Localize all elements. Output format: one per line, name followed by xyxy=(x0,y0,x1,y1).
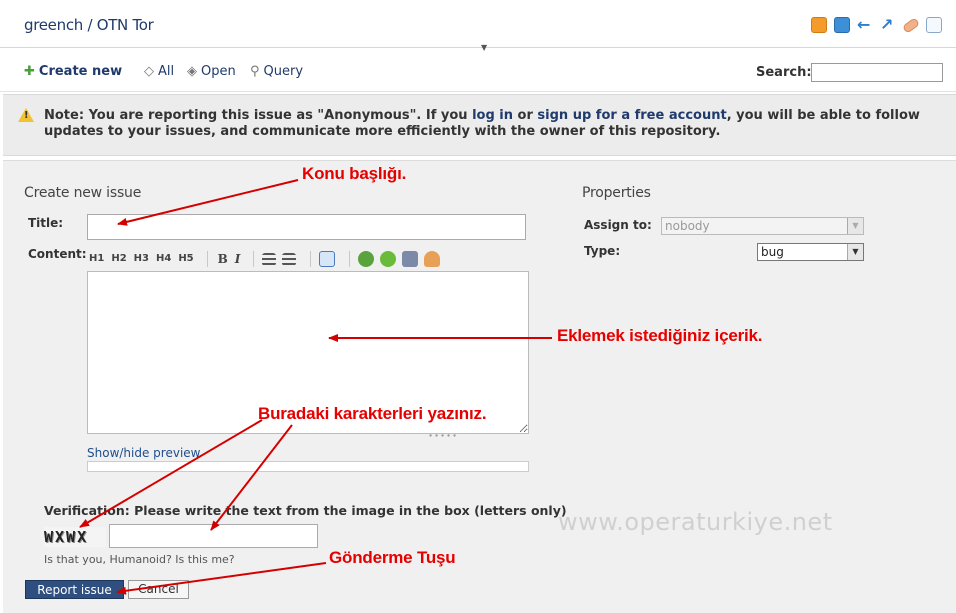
title-input[interactable] xyxy=(87,214,526,240)
report-issue-button[interactable]: Report issue xyxy=(25,580,124,599)
repo-name-link[interactable]: OTN Tor xyxy=(97,16,154,34)
assign-to-label: Assign to: xyxy=(584,218,652,232)
open-issues-link[interactable]: ◈ Open xyxy=(187,64,236,79)
italic-button[interactable]: I xyxy=(233,251,246,267)
show-hide-preview-link[interactable]: Show/hide preview xyxy=(87,446,200,460)
title-label: Title: xyxy=(28,216,64,230)
repo-owner-link[interactable]: greench xyxy=(24,16,83,34)
captcha-input[interactable] xyxy=(109,524,318,548)
content-label: Content: xyxy=(28,247,87,261)
tag-icon: ◇ xyxy=(144,64,154,79)
chevron-down-icon: ▼ xyxy=(847,218,863,234)
back-arrow-icon[interactable] xyxy=(857,17,873,33)
create-new-button[interactable]: ✚ Create new xyxy=(24,64,122,79)
editor-toolbar: H1 H2 H3 H4 H5 B I xyxy=(87,250,446,268)
rss-icon[interactable] xyxy=(811,17,827,33)
bold-button[interactable]: B xyxy=(216,251,233,267)
editor-separator xyxy=(310,251,312,267)
smiley-icon[interactable] xyxy=(358,251,375,267)
editor-separator xyxy=(253,251,255,267)
chevron-down-icon: ▼ xyxy=(847,244,863,260)
patch-icon[interactable] xyxy=(901,17,921,34)
captcha-image: WXWX xyxy=(44,527,106,547)
editor-separator xyxy=(349,251,351,267)
editor-separator xyxy=(206,251,208,267)
create-new-label: Create new xyxy=(38,64,123,79)
form-heading: Create new issue xyxy=(24,185,142,201)
insert-link-icon[interactable] xyxy=(319,251,336,267)
content-annotation: Eklemek istediğiniz içerik. xyxy=(557,326,763,345)
search-label: Search: xyxy=(756,65,812,80)
document-icon[interactable] xyxy=(926,17,942,33)
create-new-icon: ✚ xyxy=(24,64,35,79)
all-issues-link[interactable]: ◇ All xyxy=(144,64,174,79)
type-select[interactable]: bug ▼ xyxy=(757,243,864,261)
repo-title: greench / OTN Tor xyxy=(24,16,154,34)
login-link[interactable]: log in xyxy=(472,108,513,123)
heading4-button[interactable]: H4 xyxy=(154,251,176,267)
captcha-annotation: Buradaki karakterleri yazınız. xyxy=(258,404,487,423)
captcha-hint: Is that you, Humanoid? Is this me? xyxy=(44,553,235,566)
heading3-button[interactable]: H3 xyxy=(132,251,154,267)
preview-box xyxy=(87,461,529,472)
magnifier-icon: ⚲ xyxy=(250,64,260,79)
verification-instructions: Verification: Please write the text from… xyxy=(44,503,567,518)
watermark: www.operaturkiye.net xyxy=(558,508,833,536)
type-value: bug xyxy=(761,245,784,259)
type-label: Type: xyxy=(584,244,621,258)
query-issues-label: Query xyxy=(263,64,304,79)
properties-heading: Properties xyxy=(582,185,651,201)
user-mention-icon[interactable] xyxy=(424,251,441,267)
header-icon-bar xyxy=(811,17,942,34)
tools-icon[interactable] xyxy=(402,251,419,267)
numbered-list-icon[interactable] xyxy=(282,252,297,266)
warning-icon xyxy=(18,108,34,122)
assign-to-value: nobody xyxy=(665,219,710,233)
notice-prefix: Note: You are reporting this issue as "A… xyxy=(44,108,473,123)
search-input[interactable] xyxy=(811,63,943,82)
query-issues-link[interactable]: ⚲ Query xyxy=(250,64,303,79)
atom-feed-icon[interactable] xyxy=(834,17,850,33)
title-annotation: Konu başlığı. xyxy=(302,164,407,183)
submit-annotation: Gönderme Tuşu xyxy=(329,548,456,567)
heading5-button[interactable]: H5 xyxy=(176,251,198,267)
open-issues-label: Open xyxy=(201,64,236,79)
assign-to-select[interactable]: nobody ▼ xyxy=(661,217,864,235)
collapse-caret-icon[interactable]: ▼ xyxy=(481,43,487,52)
notice-text: Note: You are reporting this issue as "A… xyxy=(44,108,924,140)
all-issues-label: All xyxy=(158,64,175,79)
heading2-button[interactable]: H2 xyxy=(109,251,131,267)
bullet-list-icon[interactable] xyxy=(262,252,277,266)
open-tag-icon: ◈ xyxy=(187,64,197,79)
signup-link[interactable]: sign up for a free account xyxy=(537,108,726,123)
notice-middle: or xyxy=(513,108,538,123)
up-arrow-icon[interactable] xyxy=(880,17,896,33)
repo-title-separator: / xyxy=(87,16,93,34)
emoticon-icon[interactable] xyxy=(380,251,397,267)
heading1-button[interactable]: H1 xyxy=(87,251,109,267)
cancel-button[interactable]: Cancel xyxy=(128,580,189,599)
resize-grip-icon[interactable]: ∙∙∙∙∙ xyxy=(428,431,458,440)
